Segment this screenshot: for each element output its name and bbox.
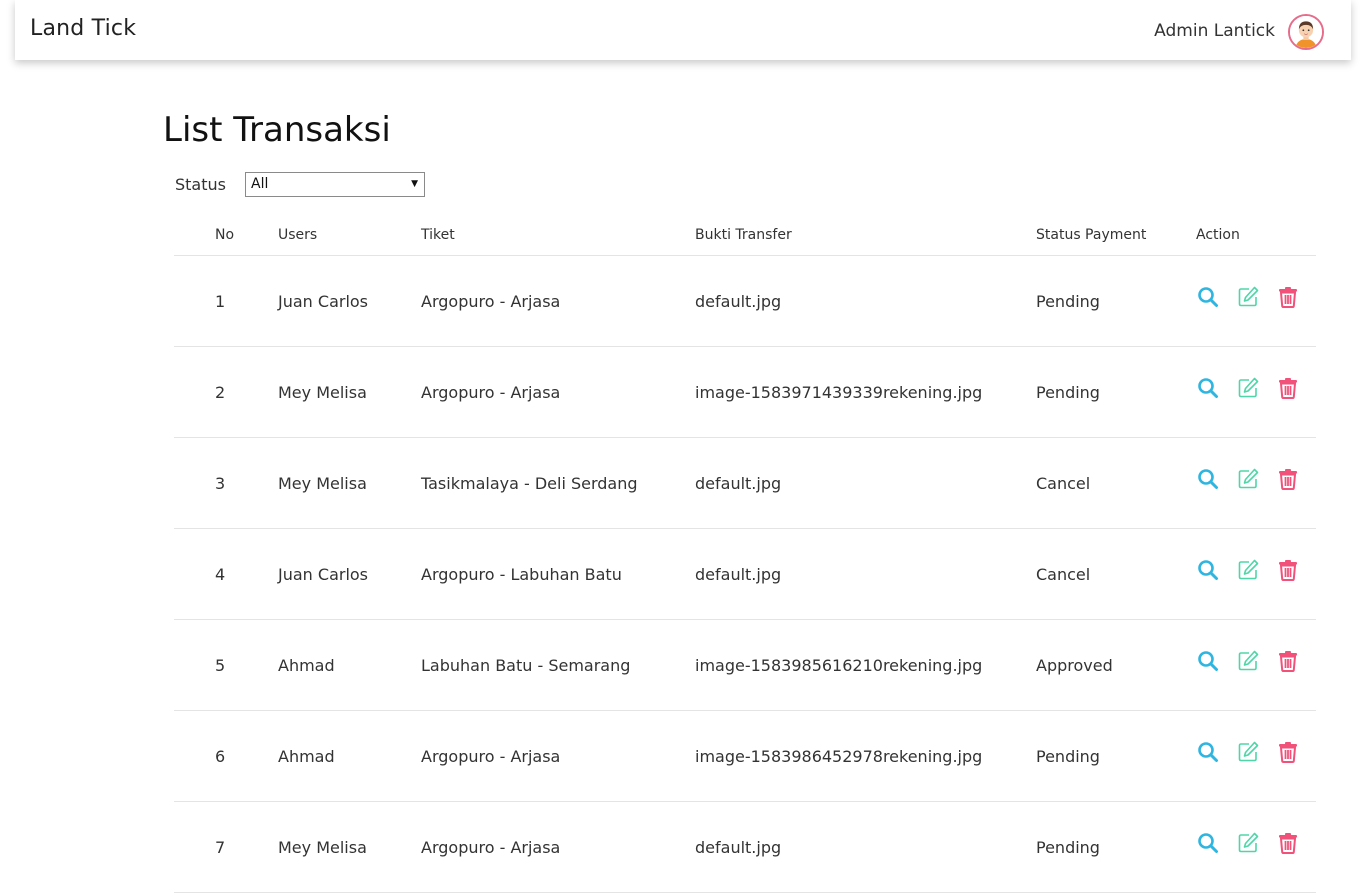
table-row: 1 Juan Carlos Argopuro - Arjasa default.jpg… bbox=[174, 255, 1316, 347]
table-row: 4 Juan Carlos Argopuro - Labuhan Batu defau… bbox=[174, 528, 1316, 620]
cell-user: Ahmad bbox=[278, 619, 421, 711]
cell-actions bbox=[1196, 528, 1316, 620]
trash-icon[interactable] bbox=[1276, 285, 1300, 309]
edit-icon[interactable] bbox=[1236, 285, 1260, 309]
cell-no: 4 bbox=[174, 528, 278, 620]
header-action: Action bbox=[1196, 214, 1316, 256]
cell-tiket: Argopuro - Labuhan Batu bbox=[421, 528, 695, 620]
row-actions bbox=[1196, 831, 1316, 855]
cell-no: 1 bbox=[174, 255, 278, 347]
trash-icon[interactable] bbox=[1276, 740, 1300, 764]
cell-bukti-transfer: image-1583971439339rekening.jpg bbox=[695, 346, 1036, 438]
cell-no: 5 bbox=[174, 619, 278, 711]
cell-tiket: Argopuro - Arjasa bbox=[421, 801, 695, 893]
trash-icon[interactable] bbox=[1276, 376, 1300, 400]
cell-tiket: Tasikmalaya - Deli Serdang bbox=[421, 437, 695, 529]
header-status-payment: Status Payment bbox=[1036, 214, 1196, 256]
brand-logo[interactable]: Land Tick bbox=[30, 16, 136, 41]
table-header-row: No Users Tiket Bukti Transfer Status Pay… bbox=[174, 214, 1316, 256]
header-bukti-transfer: Bukti Transfer bbox=[695, 214, 1036, 256]
search-icon[interactable] bbox=[1196, 467, 1220, 491]
cell-status-payment: Cancel bbox=[1036, 528, 1196, 620]
user-avatar-icon[interactable] bbox=[1288, 14, 1324, 50]
trash-icon[interactable] bbox=[1276, 467, 1300, 491]
status-filter-label: Status bbox=[175, 175, 226, 194]
cell-user: Juan Carlos bbox=[278, 528, 421, 620]
edit-icon[interactable] bbox=[1236, 740, 1260, 764]
edit-icon[interactable] bbox=[1236, 831, 1260, 855]
search-icon[interactable] bbox=[1196, 285, 1220, 309]
cell-no: 3 bbox=[174, 437, 278, 529]
table-row: 3 Mey Melisa Tasikmalaya - Deli Serdang def… bbox=[174, 437, 1316, 529]
cell-bukti-transfer: default.jpg bbox=[695, 255, 1036, 347]
header-users: Users bbox=[278, 214, 421, 256]
transactions-table-container: No Users Tiket Bukti Transfer Status Pay… bbox=[174, 214, 1316, 893]
search-icon[interactable] bbox=[1196, 558, 1220, 582]
cell-bukti-transfer: default.jpg bbox=[695, 528, 1036, 620]
table-row: 7 Mey Melisa Argopuro - Arjasa default.jpg P… bbox=[174, 801, 1316, 893]
cell-actions bbox=[1196, 619, 1316, 711]
row-actions bbox=[1196, 740, 1316, 764]
cell-status-payment: Pending bbox=[1036, 710, 1196, 802]
trash-icon[interactable] bbox=[1276, 831, 1300, 855]
cell-bukti-transfer: default.jpg bbox=[695, 801, 1036, 893]
cell-status-payment: Pending bbox=[1036, 346, 1196, 438]
cell-tiket: Argopuro - Arjasa bbox=[421, 346, 695, 438]
search-icon[interactable] bbox=[1196, 740, 1220, 764]
cell-bukti-transfer: image-1583986452978rekening.jpg bbox=[695, 710, 1036, 802]
cell-status-payment: Cancel bbox=[1036, 437, 1196, 529]
cell-actions bbox=[1196, 710, 1316, 802]
cell-status-payment: Pending bbox=[1036, 255, 1196, 347]
status-filter-value: All bbox=[251, 176, 269, 192]
cell-user: Juan Carlos bbox=[278, 255, 421, 347]
cell-user: Mey Melisa bbox=[278, 437, 421, 529]
top-navbar: Land Tick Admin Lantick bbox=[15, 0, 1351, 60]
cell-tiket: Labuhan Batu - Semarang bbox=[421, 619, 695, 711]
cell-tiket: Argopuro - Arjasa bbox=[421, 710, 695, 802]
cell-user: Ahmad bbox=[278, 710, 421, 802]
edit-icon[interactable] bbox=[1236, 649, 1260, 673]
chevron-down-icon: ▼ bbox=[411, 179, 418, 189]
row-actions bbox=[1196, 649, 1316, 673]
cell-no: 6 bbox=[174, 710, 278, 802]
cell-bukti-transfer: image-1583985616210rekening.jpg bbox=[695, 619, 1036, 711]
cell-actions bbox=[1196, 437, 1316, 529]
trash-icon[interactable] bbox=[1276, 558, 1300, 582]
table-row: 2 Mey Melisa Argopuro - Arjasa image-158397… bbox=[174, 346, 1316, 438]
status-filter-select[interactable]: All ▼ bbox=[245, 172, 425, 197]
cell-actions bbox=[1196, 801, 1316, 893]
header-tiket: Tiket bbox=[421, 214, 695, 256]
cell-bukti-transfer: default.jpg bbox=[695, 437, 1036, 529]
page-title: List Transaksi bbox=[163, 110, 391, 150]
cell-tiket: Argopuro - Arjasa bbox=[421, 255, 695, 347]
row-actions bbox=[1196, 285, 1316, 309]
edit-icon[interactable] bbox=[1236, 558, 1260, 582]
table-row: 6 Ahmad Argopuro - Arjasa image-15839864529… bbox=[174, 710, 1316, 802]
cell-actions bbox=[1196, 346, 1316, 438]
trash-icon[interactable] bbox=[1276, 649, 1300, 673]
row-actions bbox=[1196, 558, 1316, 582]
search-icon[interactable] bbox=[1196, 831, 1220, 855]
row-actions bbox=[1196, 467, 1316, 491]
cell-no: 7 bbox=[174, 801, 278, 893]
cell-user: Mey Melisa bbox=[278, 346, 421, 438]
row-actions bbox=[1196, 376, 1316, 400]
header-no: No bbox=[174, 214, 278, 256]
edit-icon[interactable] bbox=[1236, 376, 1260, 400]
transactions-table: No Users Tiket Bukti Transfer Status Pay… bbox=[174, 214, 1316, 893]
cell-status-payment: Pending bbox=[1036, 801, 1196, 893]
cell-no: 2 bbox=[174, 346, 278, 438]
search-icon[interactable] bbox=[1196, 649, 1220, 673]
cell-status-payment: Approved bbox=[1036, 619, 1196, 711]
cell-actions bbox=[1196, 255, 1316, 347]
table-row: 5 Ahmad Labuhan Batu - Semarang image-15839… bbox=[174, 619, 1316, 711]
search-icon[interactable] bbox=[1196, 376, 1220, 400]
edit-icon[interactable] bbox=[1236, 467, 1260, 491]
admin-name[interactable]: Admin Lantick bbox=[1154, 21, 1275, 41]
cell-user: Mey Melisa bbox=[278, 801, 421, 893]
